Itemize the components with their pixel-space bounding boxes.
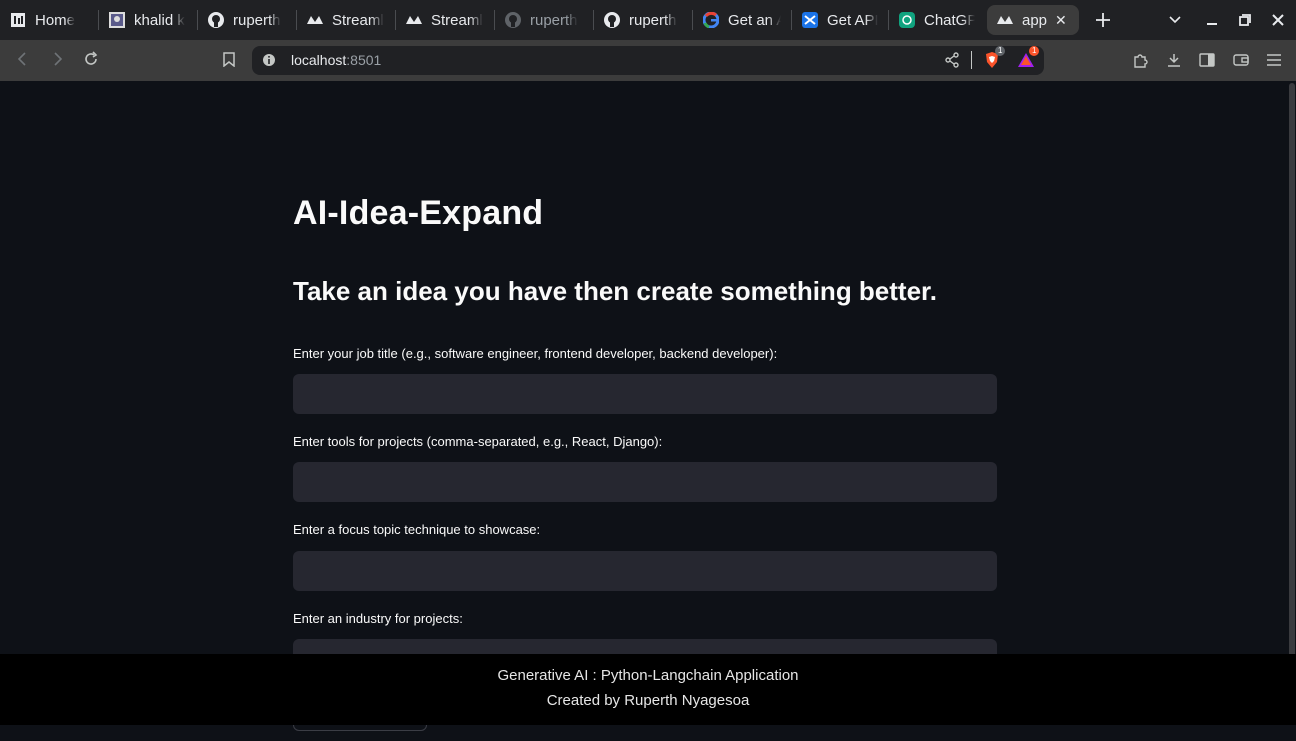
tab-title: Get an A	[728, 11, 781, 29]
minimize-window-icon[interactable]	[1196, 0, 1228, 40]
page-scrollbar[interactable]	[1288, 81, 1296, 741]
footer-line-1: Generative AI : Python-Langchain Applica…	[497, 667, 799, 684]
site-info-icon[interactable]	[256, 48, 282, 72]
profile-image-icon	[109, 12, 125, 28]
github-icon	[208, 12, 224, 28]
reload-icon[interactable]	[78, 47, 104, 71]
address-text[interactable]: localhost:8501	[291, 52, 381, 69]
app-subtitle: Take an idea you have then create someth…	[293, 276, 937, 306]
tab-streamlit-2[interactable]: Streaml	[396, 0, 494, 40]
close-tab-icon[interactable]: ✕	[1055, 12, 1067, 29]
tab-title: Streaml	[332, 11, 384, 29]
tab-khalid[interactable]: khalid k	[99, 0, 197, 40]
tab-get-api[interactable]: Get API	[792, 0, 888, 40]
address-divider	[971, 51, 972, 69]
github-icon	[505, 12, 521, 28]
tab-title: ruperth	[233, 11, 281, 29]
tools-input[interactable]	[293, 462, 997, 502]
github-icon	[604, 12, 620, 28]
browser-window: Home khalid k ruperth Streaml Streaml ru…	[0, 0, 1296, 741]
tab-title: app	[1022, 11, 1048, 29]
scrollbar-thumb[interactable]	[1289, 83, 1295, 723]
tools-label: Enter tools for projects (comma-separate…	[293, 434, 663, 449]
restore-window-icon[interactable]	[1229, 0, 1261, 40]
tab-home[interactable]: Home	[0, 0, 98, 40]
tab-title: ruperth	[530, 11, 578, 29]
streamlit-icon	[406, 12, 422, 28]
download-icon[interactable]	[1161, 48, 1187, 72]
tab-google[interactable]: Get an A	[693, 0, 791, 40]
tab-title: ruperth	[629, 11, 677, 29]
tab-github-2[interactable]: ruperth	[495, 0, 593, 40]
brave-rewards-icon[interactable]: 1	[1013, 46, 1040, 72]
tab-github-3[interactable]: ruperth	[594, 0, 692, 40]
tab-title: ChatGP	[924, 11, 975, 29]
home-app-icon	[10, 12, 26, 28]
sidebar-toggle-icon[interactable]	[1194, 48, 1220, 72]
chatgpt-icon	[899, 12, 915, 28]
focus-topic-label: Enter a focus topic technique to showcas…	[293, 522, 541, 537]
tab-github-1[interactable]: ruperth	[198, 0, 296, 40]
tab-title: Get API	[827, 11, 878, 29]
job-title-label: Enter your job title (e.g., software eng…	[293, 346, 778, 361]
tab-streamlit-1[interactable]: Streaml	[297, 0, 395, 40]
industry-label: Enter an industry for projects:	[293, 611, 463, 626]
job-title-input[interactable]	[293, 374, 997, 414]
tab-title: khalid k	[134, 11, 185, 29]
tab-search-chevron-icon[interactable]	[1159, 0, 1191, 40]
brave-shields-icon[interactable]: 1	[979, 46, 1006, 72]
url-port: :8501	[346, 52, 382, 68]
shield-count-badge: 1	[995, 46, 1006, 56]
focus-topic-input[interactable]	[293, 551, 997, 591]
streamlit-icon	[997, 12, 1013, 28]
openai-api-icon	[802, 12, 818, 28]
menu-hamburger-icon[interactable]	[1261, 48, 1287, 72]
footer-line-2: Created by Ruperth Nyagesoa	[546, 692, 750, 709]
tab-app-active[interactable]: app ✕	[987, 5, 1079, 35]
bookmark-icon[interactable]	[216, 47, 242, 71]
tab-title: Home	[35, 11, 76, 29]
google-icon	[703, 12, 719, 28]
share-icon[interactable]	[939, 48, 965, 72]
app-title: AI-Idea-Expand	[293, 194, 544, 232]
extensions-puzzle-icon[interactable]	[1128, 48, 1154, 72]
wallet-icon[interactable]	[1228, 48, 1254, 72]
tab-title: Streaml	[431, 11, 483, 29]
url-host: localhost	[291, 52, 347, 68]
app-footer: Generative AI : Python-Langchain Applica…	[0, 654, 1296, 725]
new-tab-button[interactable]	[1089, 6, 1117, 34]
rewards-count-badge: 1	[1029, 46, 1040, 56]
forward-arrow-icon[interactable]	[44, 47, 70, 71]
tab-strip: Home khalid k ruperth Streaml Streaml ru…	[0, 0, 1296, 40]
streamlit-icon	[307, 12, 323, 28]
tab-chatgpt[interactable]: ChatGP	[889, 0, 985, 40]
close-window-icon[interactable]	[1262, 0, 1294, 40]
back-arrow-icon[interactable]	[10, 47, 36, 71]
